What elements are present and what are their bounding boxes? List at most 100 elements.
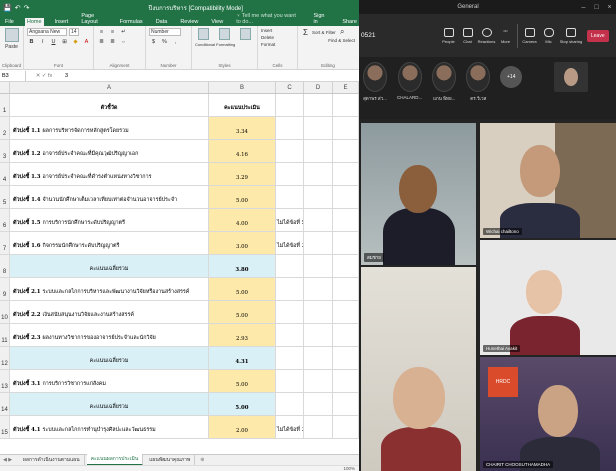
cell-a[interactable]: ตัวบ่งชี้ 1.2 อาจารย์ประจำคณะที่มีคุณวุฒิ… [10,140,209,162]
cell-b[interactable]: 3.29 [209,163,276,185]
italic-icon[interactable]: I [38,38,47,46]
maximize-icon[interactable]: □ [590,4,603,11]
cell-d[interactable] [304,209,333,231]
tab-insert[interactable]: Insert [53,18,71,26]
bold-icon[interactable]: B [27,38,36,46]
number-format-dropdown[interactable]: Number [149,28,181,36]
close-icon[interactable]: × [603,4,616,11]
cell-a[interactable]: ตัวบ่งชี้ 1.1 ผลการบริหารจัดการหลักสูตรโด… [10,117,209,139]
tab-home[interactable]: Home [24,18,44,26]
cell-e[interactable] [333,163,359,185]
cell-e[interactable] [333,94,359,116]
video-tile-2[interactable]: Wichai chailtono [480,123,616,238]
column-header-c[interactable]: C [276,82,304,93]
row-number[interactable]: 10 [0,301,10,323]
font-color-icon[interactable]: A [82,38,91,46]
cell-a[interactable]: ตัวบ่งชี้ 1.3 อาจารย์ประจำคณะที่ดำรงตำแหน… [10,163,209,185]
cell-b[interactable]: 3.80 [209,255,276,277]
cell-e[interactable] [333,416,359,438]
underline-icon[interactable]: U [49,38,58,46]
merge-center-icon[interactable]: ⇔ [119,38,128,46]
cell-c[interactable]: ไม่ได้ข้อที่ 3,5,6 [276,232,304,254]
cell-b[interactable]: 4.31 [209,347,276,369]
self-view[interactable] [554,62,589,92]
insert-cells-button[interactable]: Insert [261,28,294,33]
find-select-icon[interactable]: ⌕ [338,27,347,36]
participant-tile[interactable]: แกน พิทย... [432,62,457,102]
cell-b[interactable]: 4.16 [209,140,276,162]
cell-e[interactable] [333,209,359,231]
cell-c[interactable] [276,347,304,369]
more-participants-button[interactable]: +14 [500,66,523,88]
cell-c[interactable] [276,278,304,300]
align-center-icon[interactable]: ≣ [108,38,117,46]
row-number[interactable]: 7 [0,232,10,254]
sheet-tab-3[interactable]: แผนพัฒนาคุณภาพ [145,455,196,465]
cell-b[interactable]: 5.00 [209,370,276,392]
tab-review[interactable]: Review [178,18,200,26]
redo-icon[interactable]: ↷ [24,4,30,12]
row-number[interactable]: 8 [0,255,10,277]
format-table-icon[interactable] [219,28,230,40]
cell-c[interactable]: ไม่ได้ข้อที่ 3,4,5,6,7 [276,416,304,438]
row-number[interactable]: 15 [0,416,10,438]
zoom-level[interactable]: 100% [343,466,355,471]
cell-b[interactable]: 5.00 [209,186,276,208]
cell-b[interactable]: 5.00 [209,278,276,300]
formula-input[interactable]: 3 [62,73,359,79]
cell-c[interactable] [276,94,304,116]
cell-d[interactable] [304,94,333,116]
cell-c[interactable] [276,117,304,139]
cell-a[interactable]: ตัวบ่งชี้ 2.2 เงินสนับสนุนงานวิจัยและงานส… [10,301,209,323]
row-number[interactable]: 6 [0,209,10,231]
cell-d[interactable] [304,278,333,300]
cell-a[interactable]: คะแนนเฉลี่ยรวม [10,393,209,415]
cell-d[interactable] [304,301,333,323]
delete-cells-button[interactable]: Delete [261,35,294,40]
row-number[interactable]: 1 [0,94,10,116]
row-number[interactable]: 2 [0,117,10,139]
participant-tile[interactable]: ดร.วีเวส [466,62,491,102]
undo-icon[interactable]: ↶ [15,4,21,12]
cell-b[interactable]: คะแนนประเมิน [209,94,276,116]
cell-e[interactable] [333,232,359,254]
cell-e[interactable] [333,117,359,139]
signin-link[interactable]: Sign in [311,12,331,26]
align-middle-icon[interactable]: ≡ [108,28,117,36]
cell-d[interactable] [304,140,333,162]
paste-icon[interactable] [4,28,19,42]
cell-d[interactable] [304,117,333,139]
row-number[interactable]: 12 [0,347,10,369]
cell-a[interactable]: ตัวบ่งชี้ 1.5 การบริการนักศึกษาระดับปริญญ… [10,209,209,231]
cell-b[interactable]: 5.00 [209,301,276,323]
autosum-icon[interactable]: Σ [301,28,310,37]
cell-d[interactable] [304,186,333,208]
cell-c[interactable] [276,163,304,185]
column-header-b[interactable]: B [209,82,276,93]
align-top-icon[interactable]: ≡ [97,28,106,36]
participant-tile[interactable]: CHALARD... [397,62,422,100]
currency-icon[interactable]: $ [149,38,158,46]
video-tile-3[interactable]: Hunethai Avakit [480,240,616,355]
tab-formulas[interactable]: Formulas [118,18,145,26]
cell-e[interactable] [333,186,359,208]
save-icon[interactable]: 💾 [3,4,12,12]
cell-a[interactable]: ตัวบ่งชี้ 2.1 ระบบและกลไกการบริหารและพัฒน… [10,278,209,300]
cell-e[interactable] [333,370,359,392]
cell-a[interactable]: ตัวบ่งชี้ 2.3 ผลงานทางวิชาการของอาจารย์ปร… [10,324,209,346]
cell-b[interactable]: 3.34 [209,117,276,139]
column-header-a[interactable]: A [10,82,209,93]
select-all-corner[interactable] [0,82,10,93]
row-number[interactable]: 9 [0,278,10,300]
minimize-icon[interactable]: – [577,4,590,11]
share-button[interactable]: Share [340,18,359,26]
cell-c[interactable] [276,393,304,415]
row-number[interactable]: 5 [0,186,10,208]
cell-b[interactable]: 4.00 [209,209,276,231]
leave-button[interactable]: Leave [587,29,609,42]
cell-a[interactable]: ตัวชี้วัด [10,94,209,116]
cell-e[interactable] [333,278,359,300]
cell-d[interactable] [304,163,333,185]
stop-sharing-button[interactable]: Stop sharing [558,27,584,44]
participant-tile[interactable]: สุดาพร ส่ว... [363,62,387,102]
